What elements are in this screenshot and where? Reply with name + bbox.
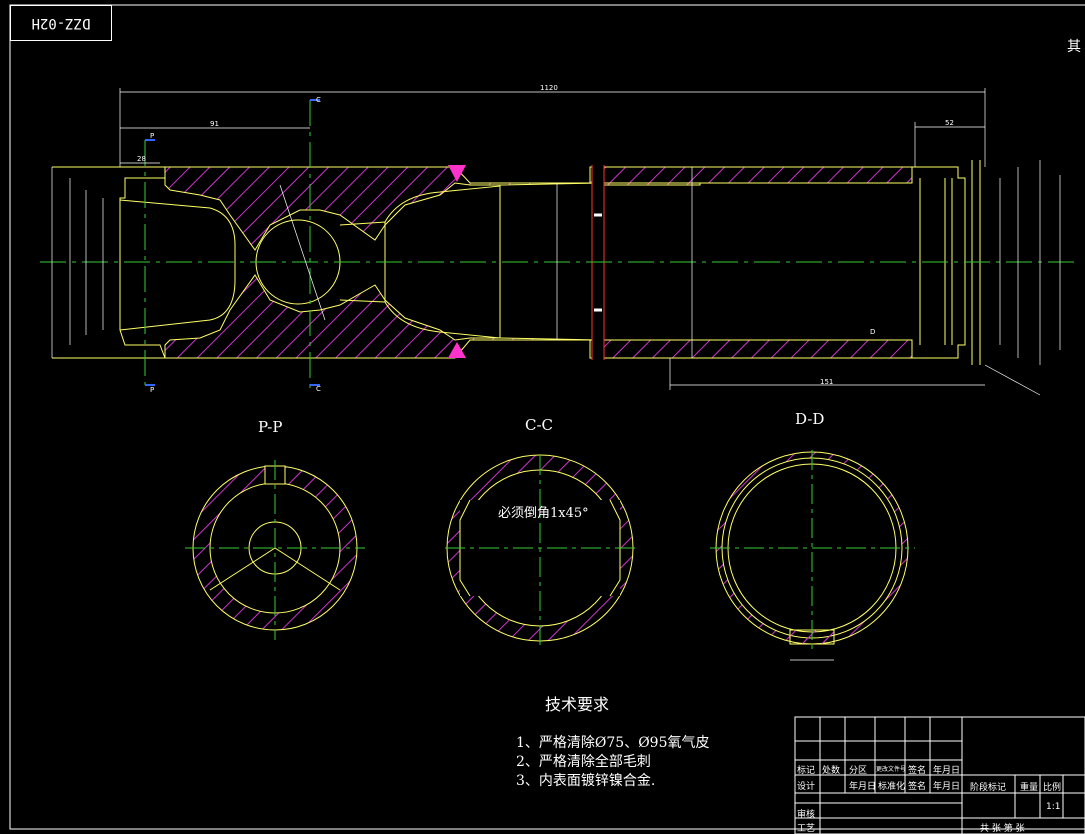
section-d-mark: D: [870, 328, 876, 336]
tb-sheets: 共 张 第 张: [980, 824, 1025, 834]
tb-sign-2: 签名: [908, 782, 927, 792]
cc-view-label: C-C: [525, 416, 554, 434]
section-c-mark-top: C: [316, 96, 321, 104]
tb-change-doc: 更改文件号: [876, 766, 907, 773]
corner-text: 其: [1067, 39, 1081, 55]
requirement-1: 1、严格清除Ø75、Ø95氧气皮: [516, 735, 710, 751]
tb-count: 处数: [822, 766, 841, 776]
dim-right-long: 151: [820, 378, 834, 386]
dim-left-offset: 91: [210, 120, 219, 128]
tb-mark: 标记: [797, 766, 816, 776]
tb-date-2: 年月日: [933, 782, 961, 792]
tb-sign: 签名: [908, 766, 927, 776]
tb-standard: 标准化: [878, 782, 906, 792]
drawing-number: DZZ-02H: [31, 15, 91, 31]
requirement-3: 3、内表面镀锌镍合金.: [516, 773, 656, 789]
requirements-title: 技术要求: [545, 695, 610, 714]
dd-view-label: D-D: [795, 410, 825, 428]
drawing-number-stamp: DZZ-02H: [10, 5, 112, 41]
section-c-mark-bottom: C: [316, 385, 321, 393]
tb-review: 审核: [797, 810, 816, 820]
section-p-mark-top: P: [150, 132, 155, 140]
requirement-2: 2、严格清除全部毛刺: [516, 754, 651, 770]
pp-section-view: [185, 460, 365, 640]
tb-stage: 阶段标记: [970, 783, 1007, 793]
tb-design: 设计: [797, 782, 816, 792]
tb-process: 工艺: [797, 824, 816, 834]
tb-date: 年月日: [933, 766, 961, 776]
dd-section-view: [710, 450, 915, 661]
cc-section-view: [445, 454, 635, 645]
tb-zone: 分区: [849, 766, 868, 776]
tb-scale-value: 1:1: [1046, 802, 1061, 812]
tb-weight: 重量: [1020, 783, 1039, 793]
tb-design-date: 年月日: [849, 782, 877, 792]
cc-chamfer-note: 必须倒角1x45°: [498, 506, 589, 521]
section-p-mark-bottom: P: [150, 386, 155, 394]
dim-left-small: 28: [137, 155, 146, 163]
tb-scale-label: 比例: [1043, 783, 1062, 793]
dim-right-top: 52: [945, 119, 954, 127]
main-section-view: [40, 99, 1080, 390]
dim-overall-length: 1120: [540, 84, 558, 92]
pp-view-label: P-P: [258, 418, 283, 436]
